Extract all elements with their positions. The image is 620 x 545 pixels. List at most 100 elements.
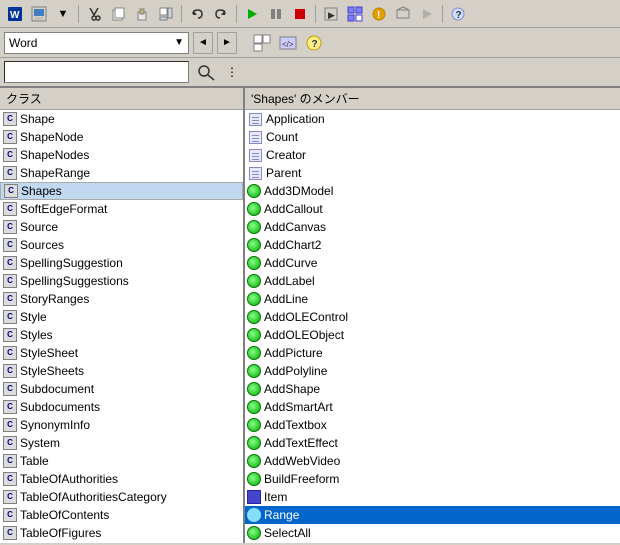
class-icon: C	[2, 345, 18, 361]
member-item-addsmartart[interactable]: AddSmartArt	[245, 398, 620, 416]
list-item-sources[interactable]: C Sources	[0, 236, 243, 254]
toolbar-btn-copy[interactable]	[107, 3, 129, 25]
right-panel: 'Shapes' のメンバー Application	[245, 88, 620, 543]
toolbar-btn-pause[interactable]	[265, 3, 287, 25]
list-item[interactable]: C StyleSheets	[0, 362, 243, 380]
class-icon: C	[2, 381, 18, 397]
toolbar-btn-extra1[interactable]	[392, 3, 414, 25]
member-item-addpolyline[interactable]: AddPolyline	[245, 362, 620, 380]
class-icon: C	[2, 471, 18, 487]
member-item-count[interactable]: Count	[245, 128, 620, 146]
toolbar-btn-redo[interactable]	[210, 3, 232, 25]
method-icon	[247, 400, 261, 414]
toolbar-btn-undo[interactable]	[186, 3, 208, 25]
member-item-addcallout[interactable]: AddCallout	[245, 200, 620, 218]
method-icon	[247, 454, 261, 468]
toolbar-btn-save-combo[interactable]	[28, 3, 50, 25]
toolbar-btn-disabled[interactable]	[416, 3, 438, 25]
member-item-selectall[interactable]: SelectAll	[245, 524, 620, 542]
list-item[interactable]: C Subdocument	[0, 380, 243, 398]
toolbar-btn-1[interactable]: W	[4, 3, 26, 25]
class-icon: C	[2, 453, 18, 469]
member-item-addoleobject[interactable]: AddOLEObject	[245, 326, 620, 344]
member-item-creator[interactable]: Creator	[245, 146, 620, 164]
member-item-item[interactable]: Item	[245, 488, 620, 506]
list-item[interactable]: C StoryRanges	[0, 290, 243, 308]
list-item[interactable]: C TableOfAuthorities	[0, 470, 243, 488]
word-dropdown-label: Word	[9, 36, 37, 50]
nav-prev-button[interactable]: ◄	[193, 32, 213, 54]
property-icon	[247, 165, 263, 181]
list-item[interactable]: C System	[0, 434, 243, 452]
view-object-button[interactable]	[251, 32, 273, 54]
left-panel-header: クラス	[0, 88, 243, 110]
word-dropdown[interactable]: Word ▼	[4, 32, 189, 54]
class-list[interactable]: C Shape C ShapeNode C ShapeNodes C Shape…	[0, 110, 243, 543]
class-icon: C	[2, 309, 18, 325]
list-item[interactable]: C StyleSheet	[0, 344, 243, 362]
list-item[interactable]: C SpellingSuggestion	[0, 254, 243, 272]
member-item-addtexteffect[interactable]: AddTextEffect	[245, 434, 620, 452]
expand-button[interactable]: ⋮	[223, 61, 245, 83]
search-button[interactable]	[193, 61, 219, 83]
class-icon: C	[2, 363, 18, 379]
question-button[interactable]: ?	[303, 32, 325, 54]
search-input[interactable]	[4, 61, 189, 83]
list-item[interactable]: C SoftEdgeFormat	[0, 200, 243, 218]
member-list[interactable]: Application Count	[245, 110, 620, 543]
list-item[interactable]: C TableOfAuthoritiesCategory	[0, 488, 243, 506]
list-item[interactable]: C Tables	[0, 542, 243, 543]
member-item-add3dmodel[interactable]: Add3DModel	[245, 182, 620, 200]
list-item[interactable]: C Styles	[0, 326, 243, 344]
toolbar-btn-paste[interactable]	[131, 3, 153, 25]
class-icon: C	[2, 111, 18, 127]
member-item-application[interactable]: Application	[245, 110, 620, 128]
nav-next-button[interactable]: ►	[217, 32, 237, 54]
member-item-addolecontrol[interactable]: AddOLEControl	[245, 308, 620, 326]
toolbar-btn-find[interactable]	[155, 3, 177, 25]
toolbar-btn-view2[interactable]	[344, 3, 366, 25]
class-icon: C	[2, 435, 18, 451]
list-item-shapes[interactable]: C Shapes	[0, 182, 243, 200]
code-view-button[interactable]: </>	[277, 32, 299, 54]
member-item-parent[interactable]: Parent	[245, 164, 620, 182]
member-item-addcanvas[interactable]: AddCanvas	[245, 218, 620, 236]
separator-1	[78, 5, 79, 23]
member-item-range[interactable]: Range	[245, 506, 620, 524]
member-item-addwebvideo[interactable]: AddWebVideo	[245, 452, 620, 470]
list-item[interactable]: C ShapeNode	[0, 128, 243, 146]
search-toolbar: ⋮	[0, 58, 620, 88]
list-item[interactable]: C ShapeNodes	[0, 146, 243, 164]
method-icon	[247, 274, 261, 288]
list-item-source[interactable]: C Source	[0, 218, 243, 236]
member-item-addlabel[interactable]: AddLabel	[245, 272, 620, 290]
member-item-addshape[interactable]: AddShape	[245, 380, 620, 398]
toolbar-btn-stop[interactable]	[289, 3, 311, 25]
toolbar-btn-help[interactable]: ?	[447, 3, 469, 25]
list-item[interactable]: C Subdocuments	[0, 398, 243, 416]
list-item[interactable]: C TableOfFigures	[0, 524, 243, 542]
list-item[interactable]: C Style	[0, 308, 243, 326]
member-item-addcurve[interactable]: AddCurve	[245, 254, 620, 272]
method-icon	[247, 346, 261, 360]
toolbar-btn-run[interactable]	[241, 3, 263, 25]
toolbar-btn-dropdown-arrow[interactable]: ▼	[52, 3, 74, 25]
right-panel-header: 'Shapes' のメンバー	[245, 88, 620, 110]
toolbar-btn-debug[interactable]: !	[368, 3, 390, 25]
list-item[interactable]: C SpellingSuggestions	[0, 272, 243, 290]
list-item[interactable]: C ShapeRange	[0, 164, 243, 182]
class-icon: C	[2, 291, 18, 307]
list-item[interactable]: C TableOfContents	[0, 506, 243, 524]
property-icon	[247, 111, 263, 127]
svg-text:▶: ▶	[328, 10, 335, 20]
member-item-addtextbox[interactable]: AddTextbox	[245, 416, 620, 434]
member-item-addchart2[interactable]: AddChart2	[245, 236, 620, 254]
member-item-addpicture[interactable]: AddPicture	[245, 344, 620, 362]
member-item-addline[interactable]: AddLine	[245, 290, 620, 308]
list-item[interactable]: C SynonymInfo	[0, 416, 243, 434]
list-item-table[interactable]: C Table	[0, 452, 243, 470]
toolbar-btn-cut[interactable]	[83, 3, 105, 25]
toolbar-btn-compile[interactable]: ▶	[320, 3, 342, 25]
list-item[interactable]: C Shape	[0, 110, 243, 128]
member-item-buildfreeform[interactable]: BuildFreeform	[245, 470, 620, 488]
